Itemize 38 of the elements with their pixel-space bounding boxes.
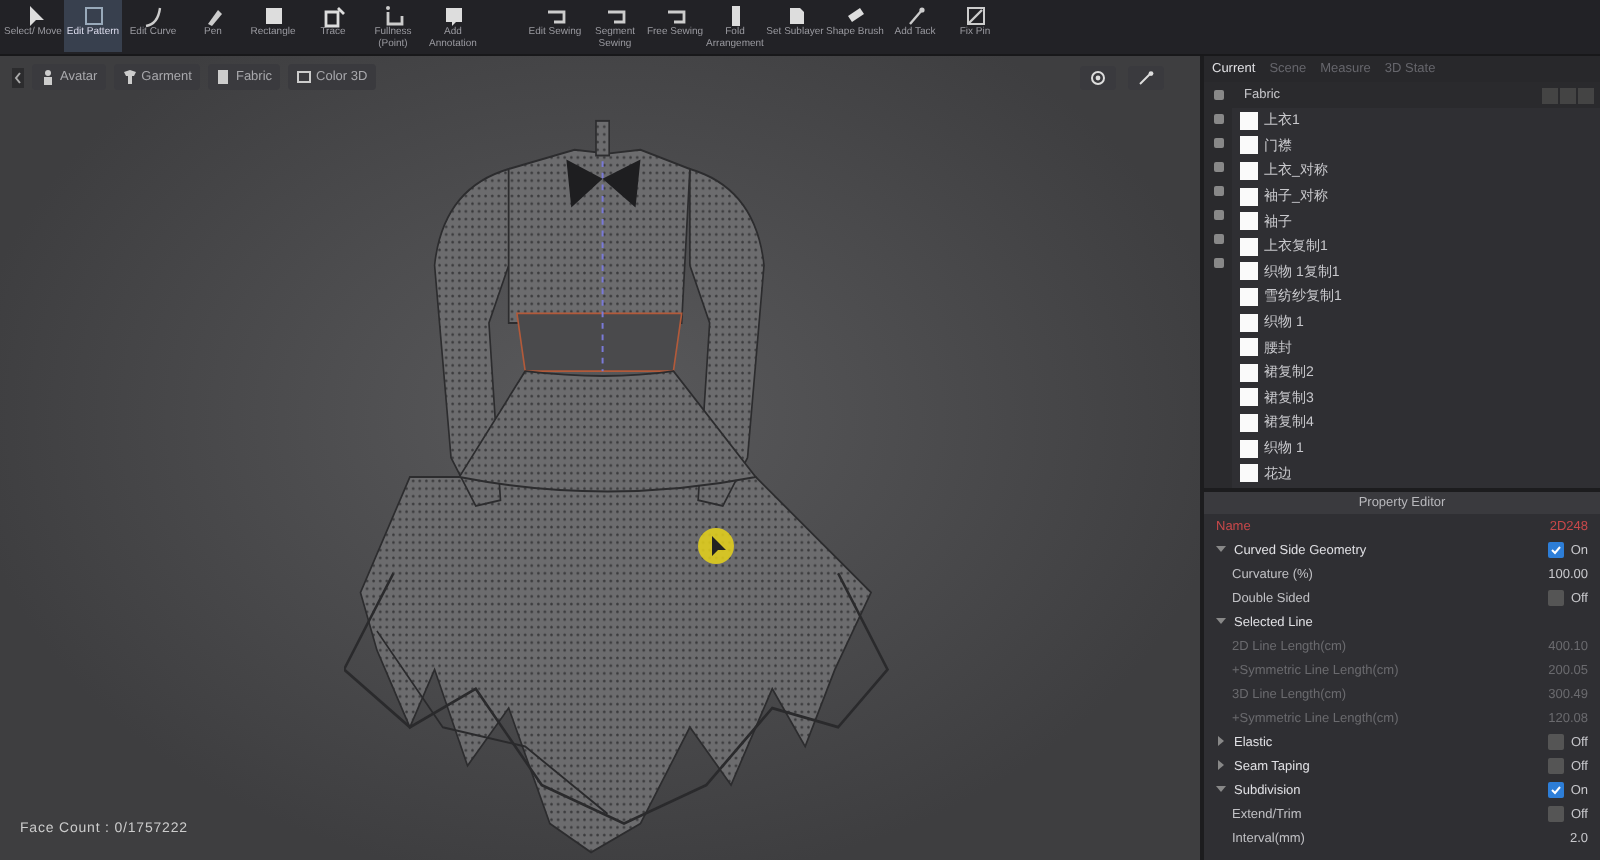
corner-icon — [381, 4, 405, 28]
fabric-swatch — [1240, 161, 1258, 180]
fabric-swatch — [1240, 136, 1258, 155]
checkbox[interactable] — [1548, 758, 1565, 774]
checkbox[interactable] — [1548, 806, 1565, 822]
tack-icon — [903, 4, 927, 28]
pin-icon — [963, 4, 987, 28]
brush-icon — [843, 4, 867, 28]
note-icon — [441, 4, 465, 28]
fabric-swatch — [1240, 237, 1258, 256]
checkbox[interactable] — [1548, 542, 1565, 558]
checkbox[interactable] — [1548, 782, 1565, 798]
fabric-swatch — [1240, 287, 1258, 306]
fabric-swatch — [1240, 388, 1258, 407]
box-icon — [296, 68, 313, 86]
target-icon — [1090, 70, 1106, 86]
rectangle-icon — [261, 4, 285, 28]
fabric-swatch — [1240, 111, 1258, 130]
trace-icon — [321, 4, 345, 28]
cursor-icon — [696, 526, 736, 566]
shirt-icon — [121, 68, 138, 86]
fabric-icon — [215, 68, 232, 86]
checkbox[interactable] — [1548, 590, 1565, 606]
person-icon — [40, 68, 56, 86]
fabric-swatch — [1240, 363, 1258, 382]
fabric-swatch — [1240, 187, 1258, 206]
square-icon — [81, 4, 105, 28]
fabric-swatch — [1240, 262, 1258, 281]
fabric-swatch — [1240, 413, 1258, 432]
fabric-swatch — [1240, 212, 1258, 231]
checkbox[interactable] — [1548, 734, 1565, 750]
curve-icon — [141, 4, 165, 28]
fabric-swatch — [1240, 464, 1258, 483]
fabric-swatch — [1240, 313, 1258, 332]
fabric-swatch — [1240, 439, 1258, 458]
collapse-button[interactable] — [12, 67, 24, 87]
wand-icon — [1138, 70, 1154, 86]
fabric-swatch — [1240, 338, 1258, 357]
